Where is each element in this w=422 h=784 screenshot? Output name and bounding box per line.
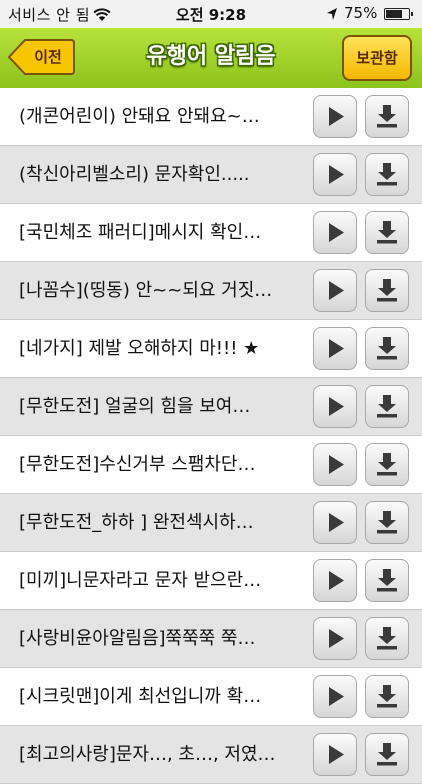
download-button[interactable]: [365, 269, 409, 312]
list-item[interactable]: (착신아리벨소리) 문자확인.....: [0, 146, 422, 204]
list-item[interactable]: [국민체조 패러디]메시지 확인…: [0, 204, 422, 262]
play-icon: [329, 397, 344, 416]
play-icon: [329, 629, 344, 648]
play-button[interactable]: [313, 385, 357, 428]
battery-icon: [384, 8, 413, 20]
list-item-title: (착신아리벨소리) 문자확인.....: [19, 164, 250, 185]
play-button[interactable]: [313, 327, 357, 370]
play-icon: [329, 281, 344, 300]
list-item[interactable]: [미끼]니문자라고 문자 받으란…: [0, 552, 422, 610]
play-icon: [329, 571, 344, 590]
play-icon: [329, 455, 344, 474]
list-item-title: (개콘어린이) 안돼요 안돼요~…: [19, 106, 260, 127]
list-item[interactable]: [네가지] 제발 오해하지 마!!! ★: [0, 320, 422, 378]
list-item-title: [최고의사랑]문자…, 초…, 저였…: [19, 744, 276, 765]
navigation-bar: 유행어 알림음 이전 보관함: [0, 28, 422, 89]
storage-button[interactable]: 보관함: [342, 35, 412, 81]
download-button[interactable]: [365, 327, 409, 370]
play-button[interactable]: [313, 153, 357, 196]
status-bar: 서비스 안 됨 오전 9:28 75%: [0, 0, 422, 28]
play-icon: [329, 165, 344, 184]
play-button[interactable]: [313, 559, 357, 602]
download-icon: [377, 627, 397, 650]
play-button[interactable]: [313, 95, 357, 138]
download-button[interactable]: [365, 153, 409, 196]
list-item[interactable]: [무한도전] 얼굴의 힘을 보여…: [0, 378, 422, 436]
play-icon: [329, 223, 344, 242]
play-icon: [329, 339, 344, 358]
play-button[interactable]: [313, 733, 357, 776]
play-icon: [329, 687, 344, 706]
download-icon: [377, 743, 397, 766]
download-icon: [377, 105, 397, 128]
download-icon: [377, 453, 397, 476]
download-icon: [377, 685, 397, 708]
download-button[interactable]: [365, 501, 409, 544]
download-button[interactable]: [365, 385, 409, 428]
play-button[interactable]: [313, 269, 357, 312]
download-button[interactable]: [365, 733, 409, 776]
download-button[interactable]: [365, 617, 409, 660]
download-icon: [377, 569, 397, 592]
list-item-title: [무한도전] 얼굴의 힘을 보여…: [19, 396, 251, 417]
list-item-title: [네가지] 제발 오해하지 마!!! ★: [19, 338, 260, 359]
battery-percent: 75%: [344, 4, 378, 22]
download-button[interactable]: [365, 95, 409, 138]
back-button[interactable]: 이전: [7, 37, 75, 77]
list-item[interactable]: [최고의사랑]문자…, 초…, 저였…: [0, 726, 422, 784]
download-icon: [377, 163, 397, 186]
download-icon: [377, 395, 397, 418]
play-button[interactable]: [313, 443, 357, 486]
list-item-title: [나꼼수](띵동) 안~~되요 거짓…: [19, 280, 273, 301]
download-button[interactable]: [365, 443, 409, 486]
list-item[interactable]: [나꼼수](띵동) 안~~되요 거짓…: [0, 262, 422, 320]
play-icon: [329, 745, 344, 764]
play-icon: [329, 107, 344, 126]
download-icon: [377, 221, 397, 244]
list-item-title: [사랑비윤아알림음]쭉쭉쭉 쭉…: [19, 628, 256, 649]
list-item[interactable]: [무한도전]수신거부 스팸차단…: [0, 436, 422, 494]
list-item-title: [미끼]니문자라고 문자 받으란…: [19, 570, 262, 591]
play-button[interactable]: [313, 675, 357, 718]
list-item-title: [무한도전_하하 ] 완전섹시하…: [19, 512, 254, 533]
list-item[interactable]: [무한도전_하하 ] 완전섹시하…: [0, 494, 422, 552]
list-item-title: [시크릿맨]이게 최선입니까 확…: [19, 686, 262, 707]
play-button[interactable]: [313, 617, 357, 660]
list-item[interactable]: (개콘어린이) 안돼요 안돼요~…: [0, 88, 422, 146]
list-item[interactable]: [사랑비윤아알림음]쭉쭉쭉 쭉…: [0, 610, 422, 668]
play-button[interactable]: [313, 211, 357, 254]
download-button[interactable]: [365, 675, 409, 718]
download-icon: [377, 279, 397, 302]
location-arrow-icon: [327, 8, 337, 20]
play-icon: [329, 513, 344, 532]
download-button[interactable]: [365, 559, 409, 602]
back-label: 이전: [34, 48, 62, 66]
list-item-title: [무한도전]수신거부 스팸차단…: [19, 454, 256, 475]
storage-label: 보관함: [356, 49, 398, 67]
download-icon: [377, 511, 397, 534]
list-item[interactable]: [시크릿맨]이게 최선입니까 확…: [0, 668, 422, 726]
download-button[interactable]: [365, 211, 409, 254]
list-item-title: [국민체조 패러디]메시지 확인…: [19, 222, 262, 243]
play-button[interactable]: [313, 501, 357, 544]
download-icon: [377, 337, 397, 360]
